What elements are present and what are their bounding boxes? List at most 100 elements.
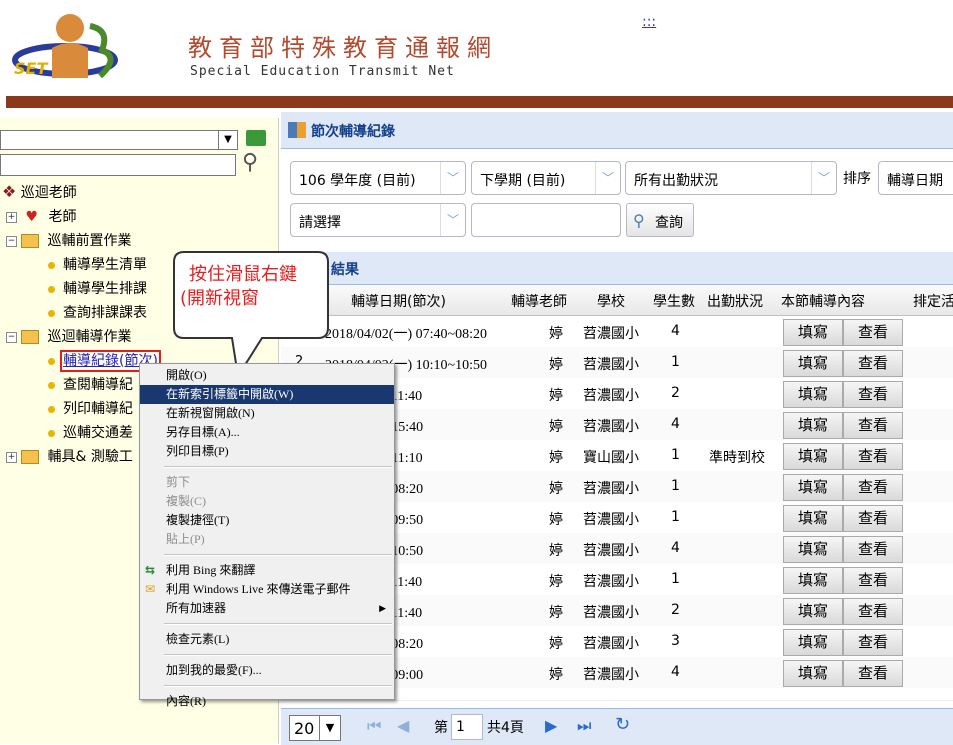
folder-icon [21,234,39,248]
search-icon[interactable]: ⚲ [242,150,258,175]
col-teacher[interactable]: 輔導老師 [511,291,567,311]
page-size-select[interactable]: 20 ▼ [289,715,341,741]
tree-search-input[interactable] [0,154,236,176]
folder-go-icon[interactable] [246,130,266,146]
context-menu-item[interactable]: 在新視窗開啟(N) [140,404,394,423]
col-count[interactable]: 學生數 [653,291,695,311]
collapse-icon[interactable]: − [6,331,17,343]
tree-item-prep[interactable]: − 巡輔前置作業 [6,230,131,250]
first-page-icon[interactable]: ⏮ [367,716,381,736]
write-button[interactable]: 填寫 [783,505,843,532]
tree-item-schedule-query[interactable]: 查詢排課課表 [48,302,147,322]
view-button[interactable]: 查看 [843,412,903,439]
col-status[interactable]: 出勤狀況 [707,291,763,311]
col-content[interactable]: 本節輔導內容 [781,291,865,311]
chevron-down-icon[interactable]: ﹀ [595,162,620,194]
query-button[interactable]: ⚲ 查詢 [626,203,694,237]
context-menu-item[interactable]: 複製捷徑(T) [140,511,394,530]
role-select[interactable]: ▼ [0,130,238,150]
panel-title: 節次輔導紀錄 [311,124,395,140]
chevron-down-icon[interactable]: ▼ [319,716,340,740]
row-teacher: 婷 [549,605,563,621]
context-menu-item[interactable]: 列印目標(P) [140,442,394,461]
keyword-input[interactable] [471,203,621,237]
view-button[interactable]: 查看 [843,629,903,656]
header-bar [6,96,953,108]
context-menu-item[interactable]: 加到我的最愛(F)... [140,661,394,680]
context-menu-item[interactable]: 另存目標(A)... [140,423,394,442]
view-button[interactable]: 查看 [843,536,903,563]
menu-separator [164,654,392,656]
tree-item-teacher[interactable]: + ♥ 老師 [6,206,76,226]
tree-item-review[interactable]: 查閱輔導紀 [48,374,133,394]
context-menu-item[interactable]: ⇆ 利用 Bing 來翻譯 [140,561,394,580]
write-button[interactable]: 填寫 [783,381,843,408]
col-school[interactable]: 學校 [597,291,625,311]
bullet-icon [48,381,55,389]
chevron-down-icon[interactable]: ﹀ [440,162,465,194]
row-school: 苕濃國小 [583,605,639,621]
tree-item-student-list[interactable]: 輔導學生清單 [48,254,147,274]
attendance-select[interactable]: 所有出勤狀況 ﹀ [625,161,837,195]
tree-item-travel[interactable]: 巡輔交通差 [48,422,133,442]
view-button[interactable]: 查看 [843,474,903,501]
context-menu-item[interactable]: 開啟(O) [140,366,394,385]
refresh-icon[interactable]: ↻ [615,714,630,735]
chevron-down-icon[interactable]: ﹀ [811,162,836,194]
expand-icon[interactable]: + [6,451,17,463]
context-menu-item[interactable]: ✉ 利用 Windows Live 來傳送電子郵件 [140,580,394,599]
tree-item-student-schedule[interactable]: 輔導學生排課 [48,278,147,298]
last-page-icon[interactable]: ⏭ [577,716,591,736]
context-menu-item[interactable]: 內容(R) [140,692,394,711]
tree-root[interactable]: ❖ 巡迴老師 [2,182,77,202]
chevron-down-icon[interactable]: ﹀ [440,204,465,236]
tree-item-aids[interactable]: + 輔具& 測驗工 [6,446,133,466]
write-button[interactable]: 填寫 [783,443,843,470]
write-button[interactable]: 填寫 [783,319,843,346]
next-page-icon[interactable]: ▶ [545,716,557,735]
write-button[interactable]: 填寫 [783,629,843,656]
view-button[interactable]: 查看 [843,598,903,625]
view-button[interactable]: 查看 [843,443,903,470]
site-subtitle: Special Education Transmit Net [190,64,455,79]
view-button[interactable]: 查看 [843,567,903,594]
write-button[interactable]: 填寫 [783,474,843,501]
accessibility-link[interactable]: ::: [642,14,656,30]
write-button[interactable]: 填寫 [783,660,843,687]
chevron-down-icon[interactable]: ▼ [218,131,237,149]
write-button[interactable]: 填寫 [783,350,843,377]
bullet-icon [48,429,55,437]
view-button[interactable]: 查看 [843,660,903,687]
table-row[interactable]: 12018/04/02(一) 07:40~08:20婷苕濃國小4填寫查看 [281,316,953,348]
search-icon: ⚲ [633,211,645,230]
context-menu-item: 複製(C) [166,494,206,508]
semester-select[interactable]: 下學期 (目前) ﹀ [471,161,621,195]
col-date[interactable]: 輔導日期(節次) [351,291,446,311]
view-button[interactable]: 查看 [843,350,903,377]
row-count: 4 [671,416,680,432]
expand-icon[interactable]: + [6,211,17,223]
view-button[interactable]: 查看 [843,381,903,408]
write-button[interactable]: 填寫 [783,536,843,563]
sort-select[interactable]: 輔導日期 [878,161,953,195]
page-input[interactable]: 1 [451,714,483,740]
tree-root-label: 巡迴老師 [20,185,77,201]
prev-page-icon[interactable]: ◀ [397,716,409,735]
write-button[interactable]: 填寫 [783,567,843,594]
context-menu-item[interactable]: 在新索引標籤中開啟(W) [140,385,394,404]
tree-item-print[interactable]: 列印輔導紀 [48,398,133,418]
class-select[interactable]: 請選擇 ﹀ [290,203,466,237]
row-school: 寶山國小 [583,450,639,466]
tree-item-itinerant[interactable]: − 巡迴輔導作業 [6,326,131,346]
row-count: 1 [671,447,680,463]
write-button[interactable]: 填寫 [783,598,843,625]
view-button[interactable]: 查看 [843,319,903,346]
context-menu-item[interactable]: 檢查元素(L) [140,630,394,649]
context-menu: 開啟(O) 在新索引標籤中開啟(W) 在新視窗開啟(N) 另存目標(A)... 列印目標… [139,363,395,708]
write-button[interactable]: 填寫 [783,412,843,439]
collapse-icon[interactable]: − [6,235,17,247]
view-button[interactable]: 查看 [843,505,903,532]
col-scheduled[interactable]: 排定活 [913,291,953,311]
year-select[interactable]: 106 學年度 (目前) ﹀ [290,161,466,195]
context-menu-item[interactable]: 所有加速器 ▶ [140,599,394,618]
